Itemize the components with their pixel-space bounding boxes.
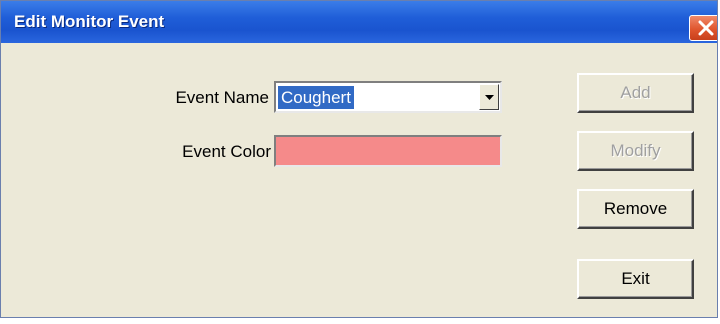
chevron-down-icon [485,95,494,100]
exit-button[interactable]: Exit [577,259,694,299]
close-button[interactable] [689,15,717,41]
event-color-swatch[interactable] [274,135,502,167]
add-button[interactable]: Add [577,73,694,113]
event-color-label: Event Color [182,142,271,161]
edit-monitor-event-dialog: Edit Monitor Event Event Name Coughert E… [0,0,718,318]
dropdown-arrow-button[interactable] [479,84,499,110]
event-name-dropdown[interactable]: Coughert [274,81,502,113]
event-name-value[interactable]: Coughert [278,86,354,109]
title-bar[interactable]: Edit Monitor Event [1,1,717,43]
close-icon [698,20,714,36]
window-title: Edit Monitor Event [14,12,165,31]
modify-button[interactable]: Modify [577,131,694,171]
remove-button[interactable]: Remove [577,189,694,229]
event-name-label: Event Name [175,88,269,107]
